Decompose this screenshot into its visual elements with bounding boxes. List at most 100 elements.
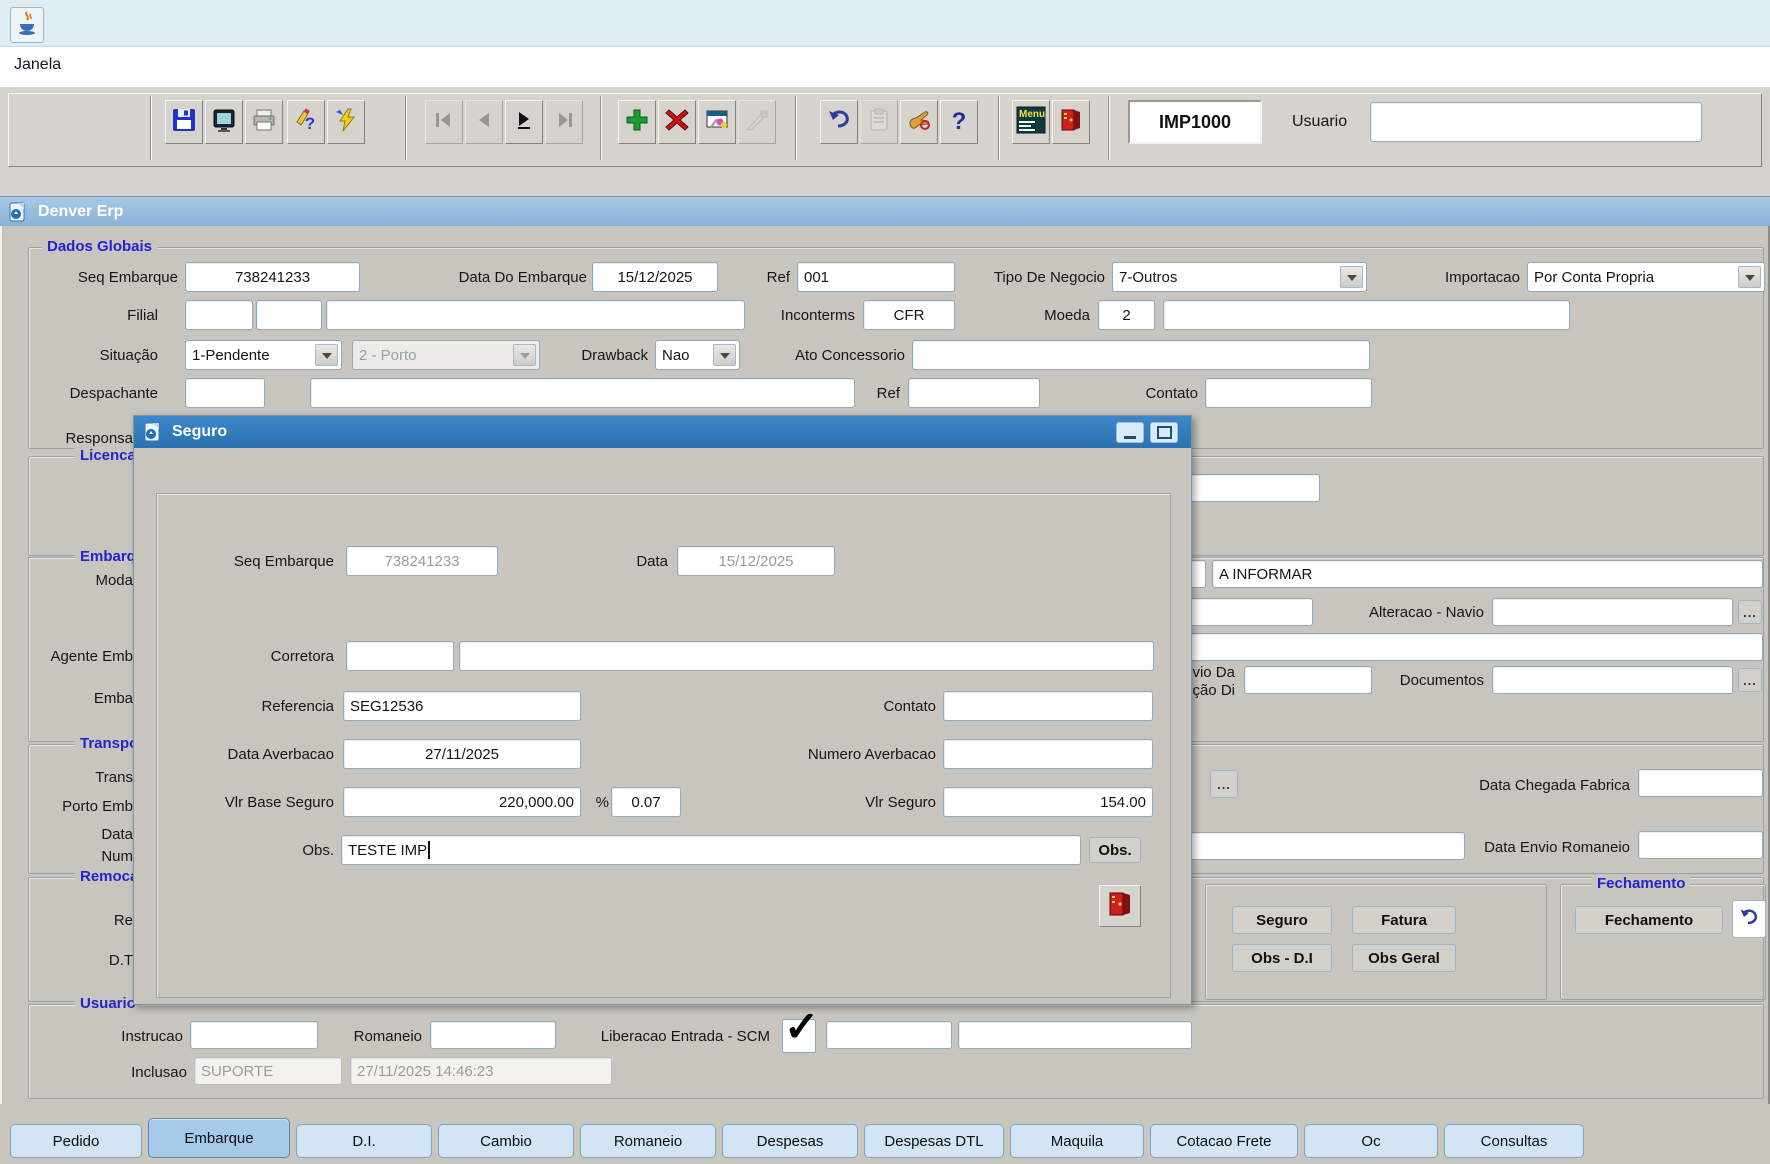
add-record-button[interactable] xyxy=(618,100,656,144)
vlr-base-seguro-field[interactable]: 220,000.00 xyxy=(343,787,581,817)
nav-first-button[interactable] xyxy=(425,100,463,144)
undo-arrow-icon xyxy=(1738,906,1760,932)
instrucao-field[interactable] xyxy=(190,1021,318,1049)
drawback-select[interactable]: Nao xyxy=(655,340,740,370)
pick-button[interactable] xyxy=(900,100,938,144)
delete-record-button[interactable] xyxy=(658,100,696,144)
seguro-dialog-titlebar[interactable]: Seguro xyxy=(134,416,1191,448)
ref2-field[interactable] xyxy=(908,378,1040,408)
numero-averbacao-field[interactable] xyxy=(943,739,1153,769)
tab-cambio[interactable]: Cambio xyxy=(438,1124,574,1158)
tab-pedido[interactable]: Pedido xyxy=(10,1124,142,1158)
data-do-embarque-field[interactable]: 15/12/2025 xyxy=(592,262,718,292)
documentos-browse-button[interactable]: ... xyxy=(1738,668,1762,692)
clear-query-button[interactable] xyxy=(738,100,776,144)
referencia-field[interactable]: SEG12536 xyxy=(343,691,581,721)
romaneio-field[interactable] xyxy=(430,1021,556,1049)
despachante-code-field[interactable] xyxy=(185,378,265,408)
usuario-label: Usuario xyxy=(1292,113,1347,131)
tab-despesas-dtl[interactable]: Despesas DTL xyxy=(864,1124,1004,1158)
seguro-button[interactable]: Seguro xyxy=(1232,906,1332,934)
help-button[interactable]: ? xyxy=(940,100,978,144)
agente-embarque-field[interactable] xyxy=(1100,633,1763,661)
dialog-minimize-button[interactable] xyxy=(1116,422,1144,443)
contato-field[interactable] xyxy=(1205,378,1372,408)
dialog-data-label: Data xyxy=(554,553,668,570)
data-averbacao-field[interactable]: 27/11/2025 xyxy=(343,739,581,769)
tab-cotacao-frete[interactable]: Cotacao Frete xyxy=(1150,1124,1298,1158)
moeda-desc-field[interactable] xyxy=(1163,300,1570,330)
contato-label: Contato xyxy=(1118,385,1198,402)
alteracao-navio-field[interactable] xyxy=(1492,598,1733,626)
transporte-browse-button[interactable]: ... xyxy=(1210,770,1238,798)
obs-field[interactable]: TESTE IMP xyxy=(341,835,1081,865)
filial-code-field[interactable] xyxy=(185,300,253,330)
documentos-field[interactable] xyxy=(1492,666,1733,694)
moeda-field[interactable]: 2 xyxy=(1098,300,1155,330)
nav-next-button[interactable] xyxy=(505,100,543,144)
nav-last-button[interactable] xyxy=(545,100,583,144)
liberacao-user-field[interactable] xyxy=(958,1021,1192,1049)
filial-name-field[interactable] xyxy=(326,300,745,330)
tipo-de-negocio-select[interactable]: 7-Outros xyxy=(1112,262,1367,292)
filial-code2-field[interactable] xyxy=(256,300,322,330)
inconterms-field[interactable]: CFR xyxy=(863,300,955,330)
num-label: Num xyxy=(45,848,133,865)
tab-consultas[interactable]: Consultas xyxy=(1444,1124,1584,1158)
menu-toggle-button[interactable]: Menu xyxy=(1012,100,1050,144)
data-chegada-fabrica-field[interactable] xyxy=(1638,769,1763,797)
vlr-seguro-field[interactable]: 154.00 xyxy=(943,787,1153,817)
add-icon xyxy=(624,107,650,138)
percent-field[interactable]: 0.07 xyxy=(611,787,681,817)
query-button[interactable] xyxy=(698,100,736,144)
nav-prev-button[interactable] xyxy=(465,100,503,144)
java-app-button[interactable] xyxy=(10,7,44,43)
seq-embarque-field[interactable]: 738241233 xyxy=(185,262,360,292)
chevron-down-icon[interactable] xyxy=(1340,266,1363,288)
menu-janela[interactable]: Janela xyxy=(14,56,61,74)
data-envio-romaneio-field[interactable] xyxy=(1638,831,1763,859)
dialog-exit-button[interactable] xyxy=(1099,885,1141,927)
execute-button[interactable] xyxy=(327,100,365,144)
dialog-contato-field[interactable] xyxy=(943,691,1153,721)
save-button[interactable] xyxy=(165,100,203,144)
corretora-name-field[interactable] xyxy=(459,641,1154,671)
exit-button[interactable] xyxy=(1052,100,1090,144)
obs-di-button[interactable]: Obs - D.I xyxy=(1232,944,1332,972)
alteracao-navio-browse-button[interactable]: ... xyxy=(1738,600,1762,624)
envio-da-field[interactable] xyxy=(1244,666,1372,694)
navio-name-field[interactable]: A INFORMAR xyxy=(1212,560,1763,588)
data-averbacao-label: Data Averbacao xyxy=(174,746,334,763)
fechamento-undo-button[interactable] xyxy=(1732,900,1766,938)
fatura-button[interactable]: Fatura xyxy=(1352,906,1456,934)
screen-button[interactable] xyxy=(205,100,243,144)
tab-di[interactable]: D.I. xyxy=(296,1124,432,1158)
lightning-icon xyxy=(333,107,359,138)
chevron-down-icon[interactable] xyxy=(1738,266,1761,288)
alteracao-navio-label: Alteracao - Navio xyxy=(1330,604,1484,621)
ato-concessorio-field[interactable] xyxy=(912,340,1370,370)
corretora-code-field[interactable] xyxy=(346,641,454,671)
dialog-obs-button[interactable]: Obs. xyxy=(1089,837,1141,863)
liberacao-date-field[interactable] xyxy=(826,1021,952,1049)
chevron-down-icon[interactable] xyxy=(315,344,338,366)
edit-help-button[interactable]: ? xyxy=(287,100,325,144)
print-button[interactable] xyxy=(245,100,283,144)
tab-maquila[interactable]: Maquila xyxy=(1010,1124,1144,1158)
fechamento-button[interactable]: Fechamento xyxy=(1575,906,1723,934)
tab-romaneio[interactable]: Romaneio xyxy=(580,1124,716,1158)
ref-field[interactable]: 001 xyxy=(797,262,955,292)
chevron-down-icon[interactable] xyxy=(713,344,736,366)
dialog-maximize-button[interactable] xyxy=(1150,422,1178,443)
obs-geral-button[interactable]: Obs Geral xyxy=(1352,944,1456,972)
importacao-select[interactable]: Por Conta Propria xyxy=(1527,262,1765,292)
paste-button[interactable] xyxy=(860,100,898,144)
despachante-name-field[interactable] xyxy=(310,378,855,408)
tab-oc[interactable]: Oc xyxy=(1304,1124,1438,1158)
tab-despesas[interactable]: Despesas xyxy=(722,1124,858,1158)
situacao-select[interactable]: 1-Pendente xyxy=(185,340,342,370)
tab-embarque[interactable]: Embarque xyxy=(148,1118,290,1158)
liberacao-entrada-scm-label: Liberacao Entrada - SCM xyxy=(565,1028,770,1045)
usuario-input[interactable] xyxy=(1370,102,1702,142)
undo-button[interactable] xyxy=(820,100,858,144)
